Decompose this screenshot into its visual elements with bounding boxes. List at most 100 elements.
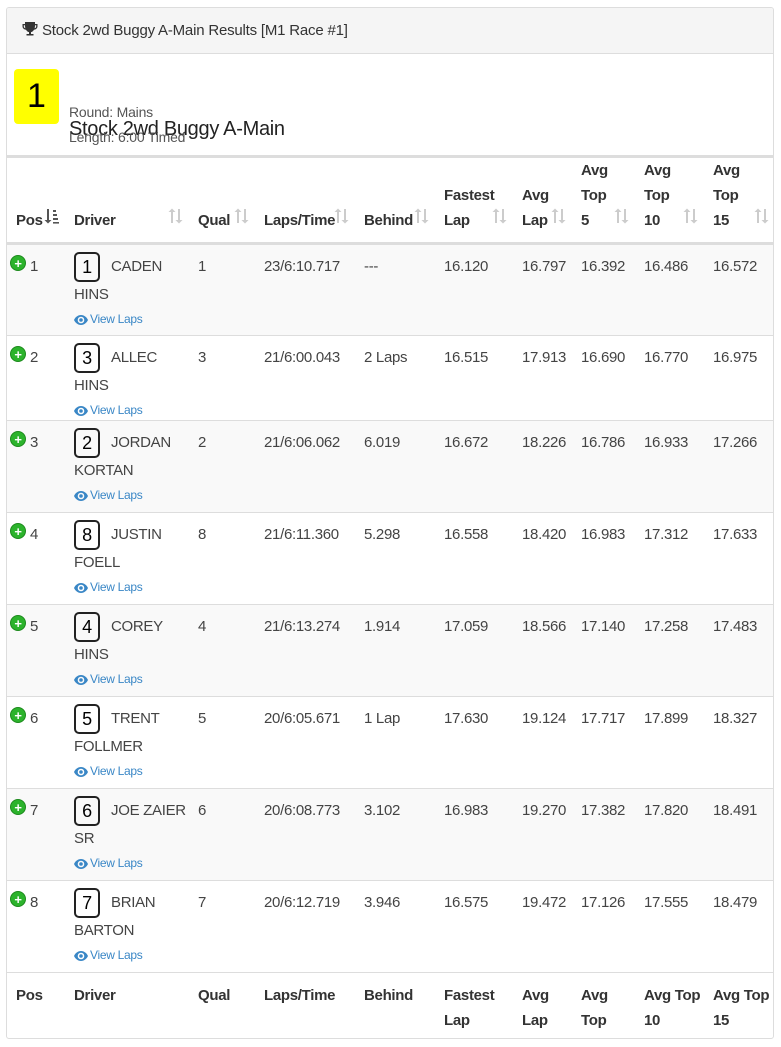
eye-icon	[74, 580, 90, 594]
position-value: 7	[30, 802, 39, 819]
column-header-label	[198, 183, 233, 208]
table-footer-row: Pos Driver Qual Laps/Time Behind Fastest Lap Av…	[7, 972, 773, 1039]
car-number-badge: 7	[74, 888, 100, 918]
view-laps-link[interactable]: View Laps	[74, 309, 189, 329]
column-header-avg-top-10[interactable]: Avg Top 10	[635, 158, 704, 245]
view-laps-link[interactable]: View Laps	[74, 485, 189, 505]
avg-top-5-cell: 17.717	[581, 710, 626, 727]
eye-icon	[74, 403, 90, 417]
results-panel: Stock 2wd Buggy A-Main Results [M1 Race …	[6, 7, 774, 1039]
view-laps-link[interactable]: View Laps	[74, 761, 189, 781]
column-header-avg-top-5[interactable]: Avg Top 5	[572, 158, 635, 245]
view-laps-link[interactable]: View Laps	[74, 853, 189, 873]
column-header-behind[interactable]: Behind	[355, 158, 435, 245]
laps-time-cell: 21/6:06.062	[264, 434, 340, 451]
qual-cell: 2	[198, 434, 207, 451]
column-header-fastest-lap[interactable]: Fastest Lap	[435, 158, 513, 245]
sort-icon[interactable]	[413, 207, 429, 232]
sort-icon[interactable]	[550, 207, 566, 232]
column-header-avg-lap[interactable]: Avg Lap	[513, 158, 572, 245]
position-cell: +7	[7, 789, 65, 881]
sort-ascending-icon[interactable]	[43, 207, 59, 232]
column-header-label: Avg	[644, 162, 671, 179]
column-header-qual[interactable]: Qual	[189, 158, 255, 245]
sort-icon[interactable]	[613, 207, 629, 232]
expand-plus-icon[interactable]: +	[10, 523, 26, 539]
position-cell: +4	[7, 513, 65, 605]
column-footer-label: Qual	[198, 987, 231, 1004]
column-header-pos[interactable]: Pos	[7, 158, 65, 245]
view-laps-link[interactable]: View Laps	[74, 577, 189, 597]
column-footer-label: Avg Top	[644, 987, 701, 1004]
car-number-badge: 3	[74, 343, 100, 373]
table-row: +4 8 JUSTIN FOELL View Laps 8 21/6:11.360 5.29…	[7, 513, 773, 605]
sort-icon[interactable]	[167, 207, 183, 232]
column-footer-avg-top-5: Avg Top 5	[572, 973, 635, 1038]
sort-icon[interactable]	[233, 207, 249, 232]
behind-cell: 1.914	[364, 618, 401, 635]
avg-top-15-cell: 17.633	[713, 526, 758, 543]
sort-icon[interactable]	[491, 207, 507, 232]
column-footer-label: Pos	[16, 987, 43, 1004]
car-number-badge: 1	[74, 252, 100, 282]
qual-cell: 1	[198, 258, 207, 275]
view-laps-link[interactable]: View Laps	[74, 669, 189, 689]
sort-icon[interactable]	[682, 207, 698, 232]
table-row: +1 1 CADEN HINS View Laps 1 23/6:10.717 --- 16.…	[7, 243, 773, 336]
sort-icon[interactable]	[753, 207, 769, 232]
expand-plus-icon[interactable]: +	[10, 799, 26, 815]
column-footer-label: Avg	[522, 987, 549, 1004]
expand-plus-icon[interactable]: +	[10, 431, 26, 447]
expand-plus-icon[interactable]: +	[10, 255, 26, 271]
expand-plus-icon[interactable]: +	[10, 891, 26, 907]
fastest-lap-cell: 16.983	[444, 802, 489, 819]
expand-plus-icon[interactable]: +	[10, 707, 26, 723]
expand-plus-icon[interactable]: +	[10, 346, 26, 362]
avg-lap-cell: 19.270	[522, 802, 567, 819]
eye-icon	[74, 488, 90, 502]
column-header-label: 15	[713, 212, 730, 229]
avg-lap-cell: 18.566	[522, 618, 567, 635]
expand-plus-icon[interactable]: +	[10, 615, 26, 631]
column-header-avg-top-15[interactable]: Avg Top 15	[704, 158, 773, 245]
column-header-laps-time[interactable]: Laps/Time	[255, 158, 355, 245]
column-header-label: Top	[581, 187, 607, 204]
car-number-badge: 6	[74, 796, 100, 826]
car-number-badge: 8	[74, 520, 100, 550]
avg-top-5-cell: 16.392	[581, 258, 626, 275]
driver-cell: 7 BRIAN BARTON View Laps	[65, 881, 189, 973]
driver-cell: 4 COREY HINS View Laps	[65, 605, 189, 697]
avg-top-15-cell: 18.327	[713, 710, 758, 727]
column-header-label	[16, 183, 43, 208]
view-laps-label: View Laps	[90, 312, 143, 326]
table-row: +5 4 COREY HINS View Laps 4 21/6:13.274 1.914 1…	[7, 604, 773, 697]
qual-cell: 8	[198, 526, 207, 543]
view-laps-link[interactable]: View Laps	[74, 400, 189, 420]
column-footer-label: 10	[644, 1012, 661, 1029]
column-header-label: Avg	[522, 187, 549, 204]
position-value: 2	[30, 349, 39, 366]
avg-top-15-cell: 18.479	[713, 894, 758, 911]
fastest-lap-cell: 17.059	[444, 618, 489, 635]
position-value: 5	[30, 618, 39, 635]
behind-cell: 6.019	[364, 434, 401, 451]
column-header-label	[364, 158, 413, 183]
position-value: 1	[30, 258, 39, 275]
laps-time-cell: 20/6:05.671	[264, 710, 340, 727]
column-header-label: Qual	[198, 212, 231, 229]
avg-top-10-cell: 17.820	[644, 802, 689, 819]
column-header-label	[74, 183, 167, 208]
sort-icon[interactable]	[333, 207, 349, 232]
avg-lap-cell: 18.420	[522, 526, 567, 543]
column-header-driver[interactable]: Driver	[65, 158, 189, 245]
avg-lap-cell: 17.913	[522, 349, 567, 366]
driver-cell: 6 JOE ZAIER SR View Laps	[65, 789, 189, 881]
column-footer-fastest-lap: Fastest Lap	[435, 973, 513, 1039]
laps-time-cell: 21/6:13.274	[264, 618, 340, 635]
column-header-label: Top	[644, 187, 670, 204]
car-number-badge: 4	[74, 612, 100, 642]
column-header-label: Laps/Time	[264, 212, 336, 229]
qual-cell: 4	[198, 618, 207, 635]
view-laps-link[interactable]: View Laps	[74, 945, 189, 965]
position-value: 8	[30, 894, 39, 911]
